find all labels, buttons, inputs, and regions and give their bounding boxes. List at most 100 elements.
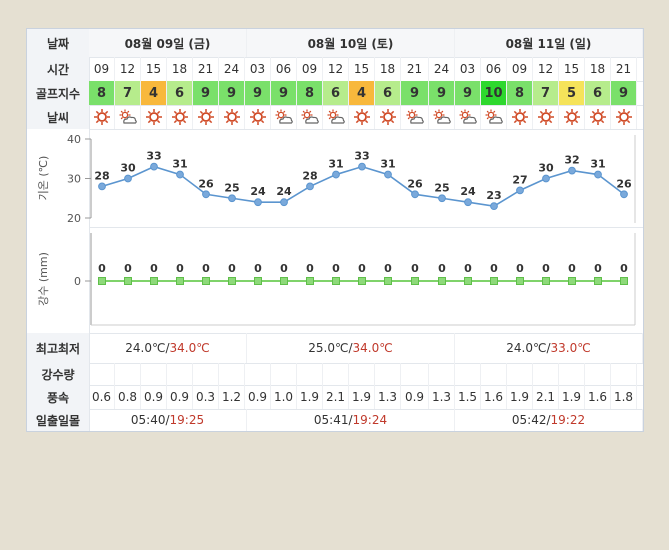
golf-index-cell: 9: [455, 81, 481, 105]
temperature-point: [358, 162, 366, 171]
rain-amount-cell: [245, 363, 271, 385]
precipitation-point: [411, 277, 419, 285]
precipitation-point: [358, 277, 366, 285]
precipitation-value-label: 0: [516, 262, 524, 275]
rain-amount-cell: [455, 363, 481, 385]
y-tick-label: 40: [67, 133, 81, 146]
weather-cell: [349, 105, 375, 129]
temperature-value-label: 31: [328, 158, 343, 171]
precipitation-value-label: 0: [411, 262, 419, 275]
precipitation-point: [254, 277, 262, 285]
golf-index-cell: 9: [193, 81, 219, 105]
precipitation-value-label: 0: [228, 262, 236, 275]
temperature-point: [228, 194, 236, 203]
hour-cell: 06: [271, 57, 297, 81]
rain-amount-cell: [611, 363, 637, 385]
max-min-label: 최고최저: [27, 333, 90, 363]
wind-cell: 1.6: [481, 385, 507, 409]
temperature-chart: 40 30 20 기온 (℃) 28 30 33 31 26 25 24 24 28 31 33 31 26 25…: [37, 133, 636, 225]
temperature-value-label: 25: [224, 181, 239, 194]
temperature-point: [306, 182, 314, 191]
precipitation-value-label: 0: [98, 262, 106, 275]
rain-amount-label: 강수량: [27, 363, 90, 385]
temperature-value-label: 23: [486, 189, 501, 202]
precipitation-point: [176, 277, 184, 285]
rain-amount-cell: [429, 363, 455, 385]
weather-row: 날씨: [27, 105, 643, 130]
temperature-point: [124, 174, 132, 183]
partly-cloudy-icon: [484, 108, 504, 126]
weather-label: 날씨: [27, 105, 90, 129]
precipitation-point: [150, 277, 158, 285]
sunset-time: 19:24: [352, 413, 388, 427]
weather-cell: [141, 105, 167, 129]
temperature-point: [542, 174, 550, 183]
sun-icon: [222, 108, 242, 126]
day-sun-times: 05:42/19:22: [455, 409, 643, 431]
weather-cell: [375, 105, 401, 129]
temperature-value-label: 26: [407, 177, 423, 190]
weather-cell: [297, 105, 323, 129]
temperature-value-label: 24: [276, 185, 292, 198]
wind-cell: 1.9: [297, 385, 323, 409]
temperature-point: [490, 202, 498, 211]
temperature-point: [202, 190, 210, 199]
y-tick-label: 30: [67, 173, 81, 186]
golf-index-cell: 6: [585, 81, 611, 105]
precipitation-point: [490, 277, 498, 285]
temperature-value-label: 31: [380, 158, 395, 171]
wind-cell: 1.9: [559, 385, 585, 409]
weather-cell: [167, 105, 193, 129]
sun-icon: [510, 108, 530, 126]
precipitation-value-label: 0: [620, 262, 628, 275]
rain-amount-cell: [193, 363, 219, 385]
min-temp: 24.0℃: [506, 341, 547, 355]
forecast-panel: 날짜 08월 09일 (금) 08월 10일 (토) 08월 11일 (일) 시…: [26, 28, 644, 432]
partly-cloudy-icon: [326, 108, 346, 126]
temperature-point: [150, 162, 158, 171]
golf-index-label: 골프지수: [27, 81, 90, 105]
precipitation-point: [594, 277, 602, 285]
weather-cell: [507, 105, 533, 129]
temperature-point: [568, 166, 576, 175]
golf-index-cell: 7: [533, 81, 559, 105]
golf-index-cell: 9: [611, 81, 637, 105]
day-header: 08월 09일 (금): [89, 29, 247, 57]
weather-cell: [245, 105, 271, 129]
precipitation-point: [620, 277, 628, 285]
day-temp-range: 25.0℃/34.0℃: [247, 333, 455, 363]
weather-cell: [323, 105, 349, 129]
precipitation-point: [332, 277, 340, 285]
sun-icon: [378, 108, 398, 126]
sun-icon: [92, 108, 112, 126]
sun-icon: [588, 108, 608, 126]
partly-cloudy-icon: [405, 108, 425, 126]
temperature-value-label: 32: [564, 154, 579, 167]
partly-cloudy-icon: [300, 108, 320, 126]
wind-cell: 0.9: [141, 385, 167, 409]
hour-cell: 18: [167, 57, 193, 81]
weather-cell: [89, 105, 115, 129]
sun-icon: [614, 108, 634, 126]
precipitation-value-label: 0: [202, 262, 210, 275]
weather-cell: [455, 105, 481, 129]
rain-amount-cell: [507, 363, 533, 385]
temperature-value-label: 25: [434, 181, 449, 194]
partly-cloudy-icon: [274, 108, 294, 126]
precipitation-point: [228, 277, 236, 285]
date-label: 날짜: [27, 29, 90, 57]
partly-cloudy-icon: [118, 108, 138, 126]
golf-index-cell: 6: [375, 81, 401, 105]
temperature-value-label: 24: [250, 185, 266, 198]
rain-amount-cell: [89, 363, 115, 385]
precipitation-value-label: 0: [280, 262, 288, 275]
sun-icon: [144, 108, 164, 126]
precipitation-chart-row: 0 강수 (mm) 0 0 0 0 0 0 0 0 0 0 0 0 0 0 0 0 0 0 0 0 0: [27, 227, 643, 334]
precipitation-value-label: 0: [124, 262, 132, 275]
partly-cloudy-icon: [432, 108, 452, 126]
precipitation-point: [542, 277, 550, 285]
temperature-value-label: 33: [354, 150, 369, 163]
golf-index-cell: 4: [349, 81, 375, 105]
precipitation-point: [384, 277, 392, 285]
wind-cell: 2.1: [533, 385, 559, 409]
